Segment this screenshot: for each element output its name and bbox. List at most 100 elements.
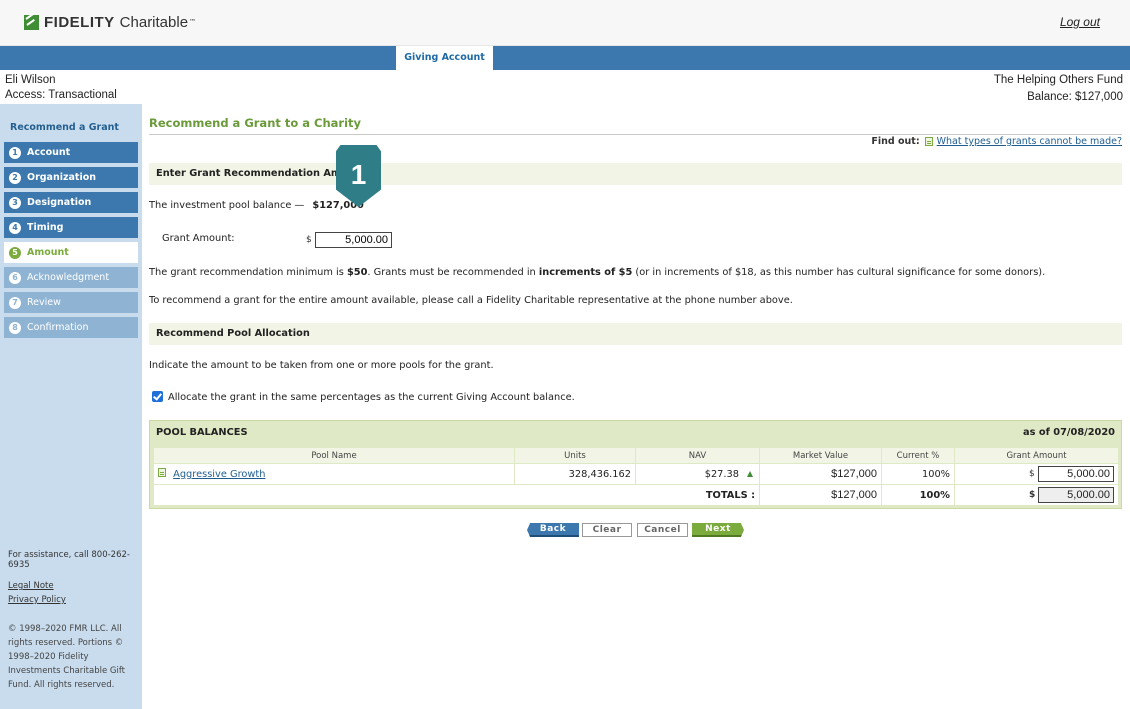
step-label: Designation xyxy=(27,197,92,208)
column-header-market-value: Market Value xyxy=(759,447,882,464)
step-label: Account xyxy=(27,147,71,158)
table-header-row: Pool Name Units NAV Market Value Current… xyxy=(153,447,1119,464)
fund-balance: Balance: $127,000 xyxy=(1027,91,1123,103)
step-number: 1 xyxy=(9,146,21,159)
column-header-units: Units xyxy=(514,447,636,464)
find-out-label: Find out: xyxy=(871,136,920,147)
step-label: Amount xyxy=(27,247,69,258)
pool-balance-line: The investment pool balance — $127,000 xyxy=(149,200,364,211)
next-button[interactable]: Next xyxy=(692,523,744,537)
indicate-pools-text: Indicate the amount to be taken from one… xyxy=(149,360,494,371)
step-number: 3 xyxy=(9,196,21,209)
main-nav-bar xyxy=(0,46,1130,70)
minimum-text-part: The grant recommendation minimum is xyxy=(149,267,347,278)
pool-balance-text: The investment pool balance — xyxy=(149,200,305,211)
entire-amount-text: To recommend a grant for the entire amou… xyxy=(149,295,793,306)
sidebar-step-amount[interactable]: 5 Amount xyxy=(4,242,138,263)
pool-balances-panel: POOL BALANCES as of 07/08/2020 Pool Name… xyxy=(149,420,1122,509)
increments-value: increments of $5 xyxy=(538,267,633,278)
callout-number: 1 xyxy=(350,159,367,190)
page-title: Recommend a Grant to a Charity xyxy=(149,116,362,130)
grant-amount-label: Grant Amount: xyxy=(162,233,235,244)
logo-wordmark-light: Charitable xyxy=(119,13,189,31)
current-pct-cell: 100% xyxy=(881,463,955,485)
units-cell: 328,436.162 xyxy=(514,463,636,485)
privacy-policy-link[interactable]: Privacy Policy xyxy=(8,595,66,605)
step-number: 2 xyxy=(9,171,21,184)
logo-wordmark-bold: FIDELITY xyxy=(44,13,115,31)
step-label: Acknowledgment xyxy=(27,272,110,283)
step-callout-marker: 1 xyxy=(336,145,381,207)
column-header-nav: NAV xyxy=(635,447,760,464)
document-icon xyxy=(158,468,166,477)
step-label: Review xyxy=(27,297,61,308)
section-pool-allocation-header: Recommend Pool Allocation xyxy=(149,323,1122,345)
back-button[interactable]: Back xyxy=(527,523,579,537)
sidebar-step-acknowledgment: 6 Acknowledgment xyxy=(4,267,138,288)
step-number: 5 xyxy=(9,246,21,259)
user-access-level: Access: Transactional xyxy=(5,89,117,101)
pool-name-link[interactable]: Aggressive Growth xyxy=(173,469,265,480)
clear-button[interactable]: Clear xyxy=(582,523,632,537)
minimum-text-part: . Grants must be recommended in xyxy=(367,267,539,278)
currency-symbol: $ xyxy=(1029,469,1035,479)
assistance-phone: For assistance, call 800-262-6935 xyxy=(8,550,130,570)
user-name: Eli Wilson xyxy=(5,74,56,86)
sidebar-title: Recommend a Grant xyxy=(10,122,119,133)
pool-grant-amount-input[interactable]: 5,000.00 xyxy=(1038,466,1114,482)
copyright-notice: © 1998–2020 FMR LLC. All rights reserved… xyxy=(8,624,126,690)
legal-note-link[interactable]: Legal Note xyxy=(8,581,54,591)
grant-minimum-text: The grant recommendation minimum is $50.… xyxy=(149,267,1045,278)
step-number: 4 xyxy=(9,221,21,234)
step-number: 8 xyxy=(9,321,21,334)
sidebar-step-confirmation: 8 Confirmation xyxy=(4,317,138,338)
nav-cell: $27.38 xyxy=(635,463,760,485)
currency-symbol: $ xyxy=(1029,490,1036,500)
find-out-row: Find out: What types of grants cannot be… xyxy=(871,136,1122,147)
step-number: 7 xyxy=(9,296,21,309)
section-grant-amount-header: Enter Grant Recommendation Amount xyxy=(149,163,1122,185)
fidelity-charitable-logo[interactable]: FIDELITY Charitable ™ xyxy=(24,13,196,31)
logo-trademark: ™ xyxy=(189,18,197,26)
tab-giving-account[interactable]: Giving Account xyxy=(396,46,493,71)
allocate-same-percentage-checkbox[interactable] xyxy=(152,391,163,402)
total-pct: 100% xyxy=(881,484,955,506)
market-value-cell: $127,000 xyxy=(759,463,882,485)
fidelity-logo-icon xyxy=(24,14,39,30)
total-market-value: $127,000 xyxy=(759,484,882,506)
top-header: FIDELITY Charitable ™ Log out xyxy=(0,0,1130,46)
grant-amount-input[interactable] xyxy=(315,232,392,248)
column-header-grant-amount: Grant Amount xyxy=(954,447,1119,464)
totals-row: TOTALS : $127,000 100% $ 5,000.00 xyxy=(153,484,1119,506)
sidebar-step-review: 7 Review xyxy=(4,292,138,313)
total-grant-amount: 5,000.00 xyxy=(1038,487,1114,503)
fund-name: The Helping Others Fund xyxy=(993,74,1123,86)
table-row: Aggressive Growth 328,436.162 $27.38 $12… xyxy=(153,463,1119,485)
step-label: Confirmation xyxy=(27,322,89,333)
totals-label: TOTALS : xyxy=(153,484,760,506)
allocate-checkbox-label: Allocate the grant in the same percentag… xyxy=(168,392,575,403)
total-grant-amount-cell: $ 5,000.00 xyxy=(954,484,1119,506)
grants-restrictions-link[interactable]: What types of grants cannot be made? xyxy=(937,136,1122,147)
sidebar-step-account[interactable]: 1 Account xyxy=(4,142,138,163)
step-number: 6 xyxy=(9,271,21,284)
sidebar-step-timing[interactable]: 4 Timing xyxy=(4,217,138,238)
step-label: Timing xyxy=(27,222,64,233)
step-label: Organization xyxy=(27,172,97,183)
pool-balances-table: Pool Name Units NAV Market Value Current… xyxy=(153,447,1119,506)
sidebar-step-organization[interactable]: 2 Organization xyxy=(4,167,138,188)
column-header-current-pct: Current % xyxy=(881,447,955,464)
cancel-button[interactable]: Cancel xyxy=(637,523,688,537)
minimum-value: $50 xyxy=(346,267,368,278)
title-divider xyxy=(149,134,1122,135)
minimum-text-part: (or in increments of $18, as this number… xyxy=(632,267,1046,278)
sidebar: Recommend a Grant 1 Account 2 Organizati… xyxy=(0,104,142,709)
document-icon xyxy=(924,137,933,146)
pool-name-cell: Aggressive Growth xyxy=(153,463,515,485)
sidebar-step-designation[interactable]: 3 Designation xyxy=(4,192,138,213)
column-header-pool-name: Pool Name xyxy=(153,447,515,464)
pool-balances-title: POOL BALANCES xyxy=(156,427,248,438)
pool-balances-as-of: as of 07/08/2020 xyxy=(1023,427,1115,438)
nav-value: $27.38 xyxy=(704,468,739,480)
logout-link[interactable]: Log out xyxy=(1060,15,1100,29)
